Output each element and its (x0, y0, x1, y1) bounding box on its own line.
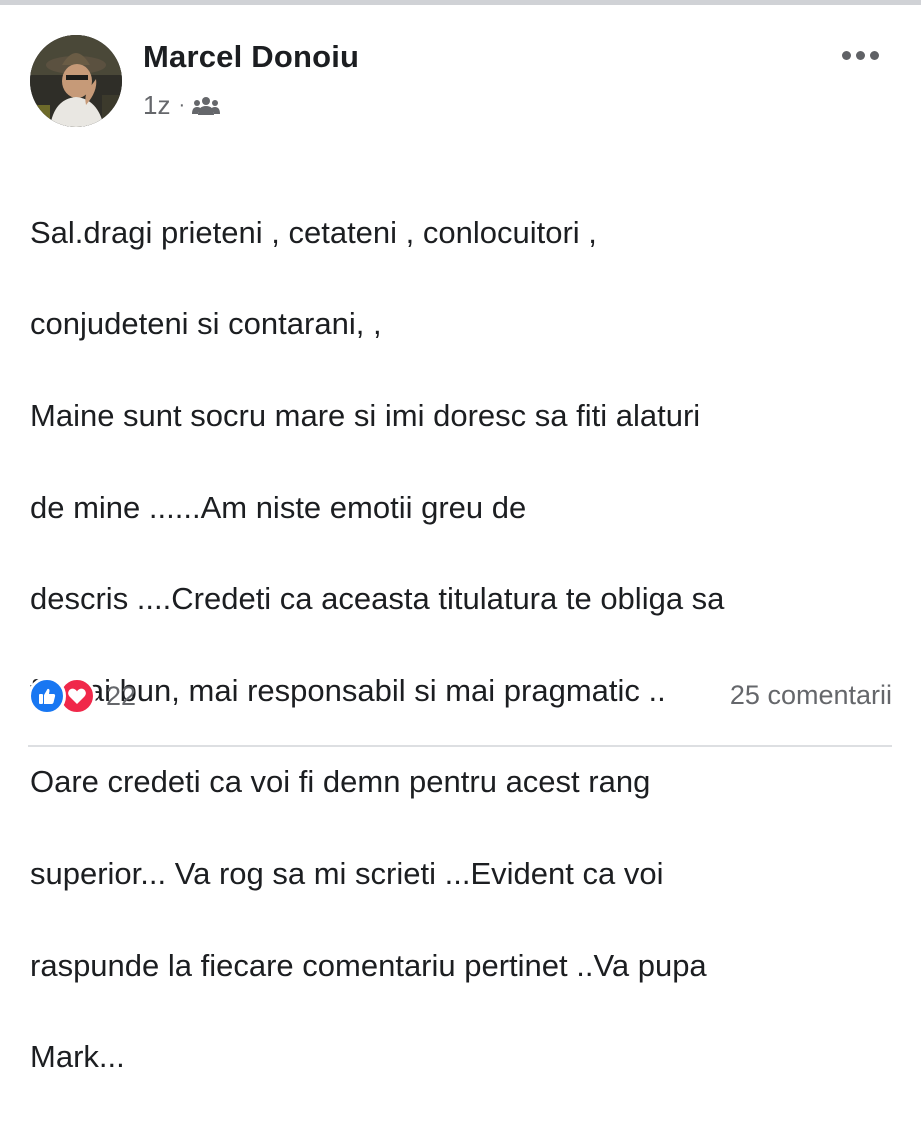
post-text-line: raspunde la fiecare comentariu pertinet … (30, 947, 707, 983)
like-reaction-icon (28, 677, 66, 715)
post-meta: 1z · (143, 90, 221, 121)
post-text-line: descris ....Credeti ca aceasta titulatur… (30, 581, 725, 617)
reaction-count: 22 (106, 680, 137, 711)
reactions-summary[interactable]: 22 (28, 677, 136, 715)
post-text-line: Mark... (30, 1039, 125, 1075)
post-text-line: conjudeteni si contarani, , (30, 306, 382, 342)
post-text: Sal.dragi prieteni , cetateni , conlocui… (30, 164, 900, 1126)
more-options-icon[interactable] (832, 37, 888, 73)
author-name[interactable]: Marcel Donoiu (143, 39, 359, 75)
friends-icon[interactable] (192, 96, 221, 116)
post-text-line: de mine ......Am niste emotii greu de (30, 489, 527, 525)
avatar[interactable] (30, 35, 122, 127)
post-footer: 22 25 comentarii (28, 672, 892, 718)
post-text-line: Oare credeti ca voi fi demn pentru acest… (30, 764, 651, 800)
post-text-line: Maine sunt socru mare si imi doresc sa f… (30, 397, 701, 433)
post-timestamp[interactable]: 1z (143, 90, 170, 121)
footer-divider (28, 745, 892, 747)
post-text-line: Sal.dragi prieteni , cetateni , conlocui… (30, 214, 597, 250)
comments-count-link[interactable]: 25 comentarii (730, 680, 892, 711)
post-text-line: superior... Va rog sa mi scrieti ...Evid… (30, 855, 664, 891)
meta-separator: · (178, 94, 186, 116)
post-card: Marcel Donoiu 1z · Sal.dragi prieteni , … (0, 5, 921, 1074)
